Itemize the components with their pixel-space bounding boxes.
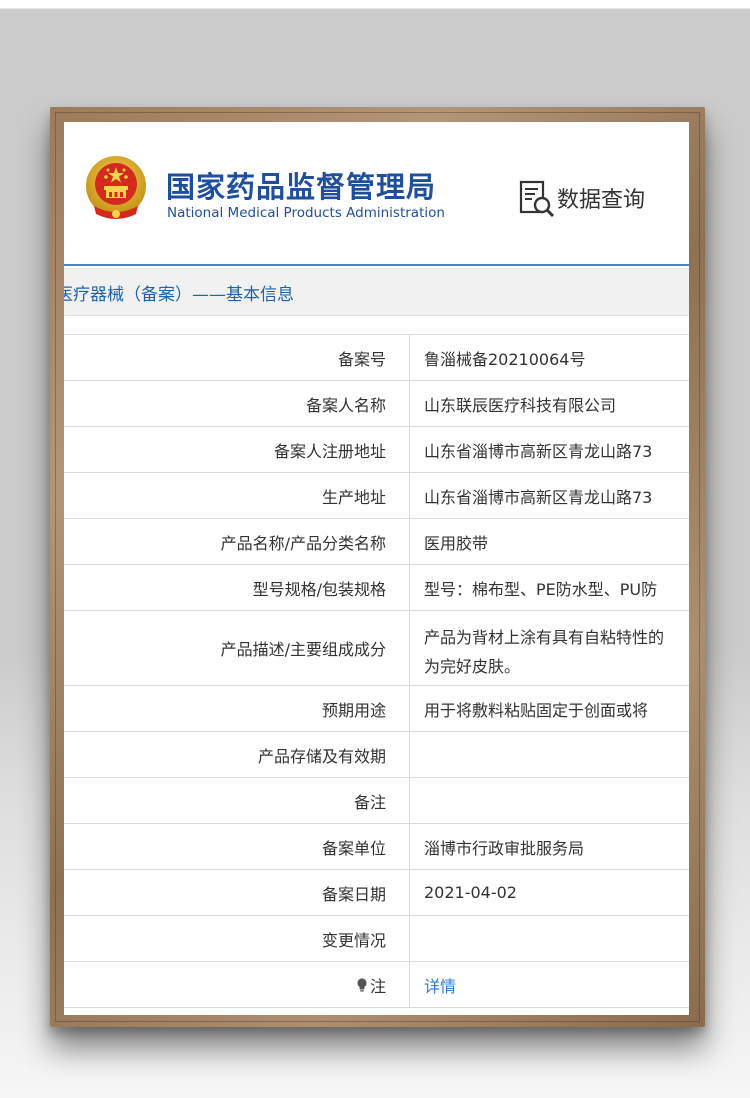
table-row: 备案人注册地址 山东省淄博市高新区青龙山路73 <box>64 426 689 472</box>
row-label: 备案日期 <box>321 884 386 904</box>
row-label: 注 <box>64 962 396 1007</box>
row-value <box>424 778 689 823</box>
row-value-line: 为完好皮肤。 <box>424 657 521 676</box>
data-query-icon[interactable] <box>518 179 556 219</box>
screenshot-panel: 国家药品监督管理局 National Medical Products Admi… <box>64 122 689 1015</box>
table-row: 产品名称/产品分类名称 医用胶带 <box>64 518 689 564</box>
table-row: 预期用途 用于将敷料粘贴固定于创面或将 <box>64 685 689 731</box>
row-label: 型号规格/包装规格 <box>252 579 386 599</box>
row-value <box>424 916 689 961</box>
table-row: 生产地址 山东省淄博市高新区青龙山路73 <box>64 472 689 518</box>
row-value: 鲁淄械备20210064号 <box>424 349 586 369</box>
table-row: 产品描述/主要组成成分 产品为背材上涂有具有自粘特性的 为完好皮肤。 <box>64 610 689 685</box>
row-label: 产品存储及有效期 <box>257 746 386 766</box>
row-value: 山东省淄博市高新区青龙山路73 <box>424 441 653 461</box>
lightbulb-icon <box>357 977 367 992</box>
row-value: 医用胶带 <box>424 533 489 553</box>
national-emblem-icon <box>86 156 146 219</box>
wooden-picture-frame: 国家药品监督管理局 National Medical Products Admi… <box>50 107 705 1027</box>
row-label: 备注 <box>353 792 386 812</box>
table-row: 型号规格/包装规格 型号：棉布型、PE防水型、PU防 <box>64 564 689 610</box>
table-row: 备案人名称 山东联辰医疗科技有限公司 <box>64 380 689 426</box>
row-value: 山东省淄博市高新区青龙山路73 <box>424 487 653 507</box>
header-divider <box>64 264 689 266</box>
row-label: 变更情况 <box>321 930 386 950</box>
table-row: 变更情况 <box>64 915 689 961</box>
agency-name-en: National Medical Products Administration <box>167 205 445 221</box>
table-row: 备案单位 淄博市行政审批服务局 <box>64 823 689 869</box>
section-title-bar: 医疗器械（备案）——基本信息 <box>64 268 689 316</box>
table-row: 备案日期 2021-04-02 <box>64 869 689 915</box>
row-value-line: 产品为背材上涂有具有自粘特性的 <box>424 628 665 647</box>
row-value: 淄博市行政审批服务局 <box>424 838 585 858</box>
row-value: 详情 <box>424 962 689 1007</box>
row-label: 备案单位 <box>321 838 386 858</box>
row-label: 预期用途 <box>321 700 386 720</box>
row-label: 备案人注册地址 <box>273 441 386 461</box>
row-label: 生产地址 <box>321 487 386 507</box>
agency-name-cn: 国家药品监督管理局 <box>166 170 437 204</box>
table-row: 注 详情 <box>64 961 689 1008</box>
row-value: 2021-04-02 <box>424 883 517 902</box>
section-title: 医疗器械（备案）——基本信息 <box>64 285 294 305</box>
table-row: 产品存储及有效期 <box>64 731 689 777</box>
row-label: 备案号 <box>337 349 386 369</box>
row-value: 用于将敷料粘贴固定于创面或将 <box>424 700 649 720</box>
info-table: 备案号 鲁淄械备20210064号 备案人名称 山东联辰医疗科技有限公司 备案人… <box>64 334 689 1008</box>
row-label: 产品名称/产品分类名称 <box>220 533 386 553</box>
table-row: 备案号 鲁淄械备20210064号 <box>64 334 689 380</box>
data-query-link[interactable]: 数据查询 <box>557 182 645 214</box>
row-label-text: 注 <box>369 976 386 996</box>
row-value: 型号：棉布型、PE防水型、PU防 <box>424 579 658 599</box>
row-label: 备案人名称 <box>305 395 386 415</box>
row-value <box>424 732 689 777</box>
site-header: 国家药品监督管理局 National Medical Products Admi… <box>64 122 689 262</box>
row-label: 产品描述/主要组成成分 <box>220 640 386 659</box>
row-value: 山东联辰医疗科技有限公司 <box>424 395 617 415</box>
details-link[interactable]: 详情 <box>424 973 456 997</box>
table-row: 备注 <box>64 777 689 823</box>
